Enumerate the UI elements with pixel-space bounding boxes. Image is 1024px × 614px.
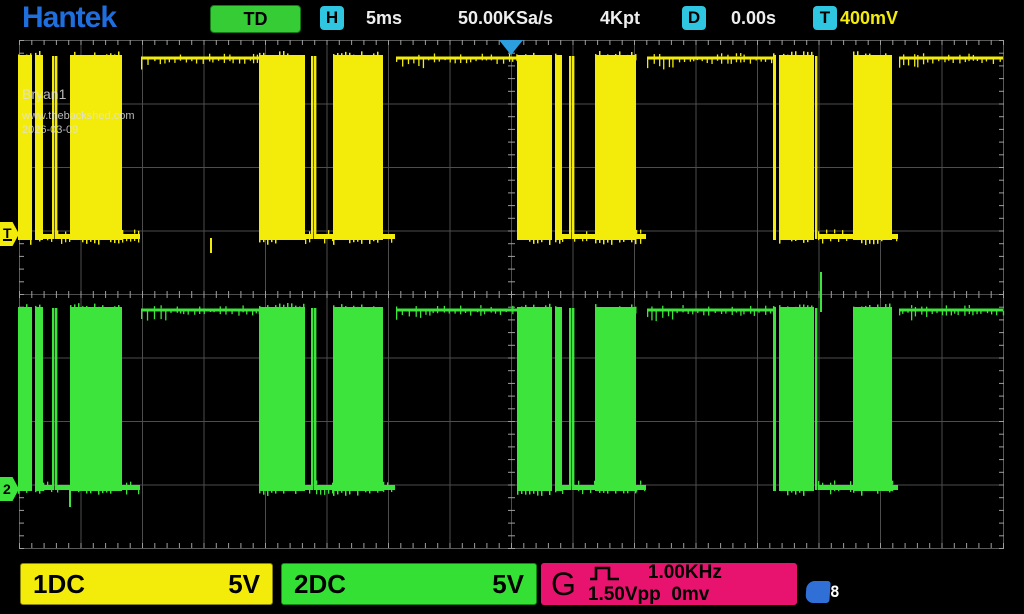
trigger-level-value: 400mV xyxy=(840,8,899,28)
ch1-number: 1 xyxy=(33,568,48,599)
annotation-date: 2026-03-09 xyxy=(22,124,79,136)
generator-label: G xyxy=(551,565,576,602)
ch1-coupling: DC xyxy=(47,568,86,599)
ch1-scale: 5V xyxy=(228,568,260,599)
trigger-position-marker[interactable] xyxy=(499,40,523,55)
ch2-number: 2 xyxy=(294,568,309,599)
horizontal-menu-icon[interactable]: H xyxy=(320,6,344,30)
footer-bar: 1 DC 5V 2 DC 5V G 1.00KHz 1.50Vpp 0mv 8 xyxy=(0,560,1024,614)
ch2-scale: 5V xyxy=(492,568,524,599)
annotation-username: Bryan1 xyxy=(22,86,67,102)
acquisition-mode-button[interactable]: TD xyxy=(210,5,301,33)
signal-generator-status-box[interactable]: G 1.00KHz 1.50Vpp 0mv xyxy=(541,562,797,605)
trigger-menu-icon[interactable]: T xyxy=(813,6,837,30)
oscilloscope-screen: Hantek TD H 5ms 50.00KSa/s 4Kpt D 0.00s … xyxy=(0,0,1024,614)
annotation-url: www.thebackshed.com xyxy=(22,110,135,122)
square-wave-icon xyxy=(589,566,619,581)
generator-frequency: 1.00KHz xyxy=(647,562,722,583)
ch2-status-box[interactable]: 2 DC 5V xyxy=(281,563,537,605)
user-annotation: Bryan1 www.thebackshed.com 2026-03-09 xyxy=(22,86,135,138)
hantek-logo: Hantek xyxy=(22,1,117,34)
status-b-glyph: 8 xyxy=(830,582,840,601)
memory-depth-value: 4Kpt xyxy=(600,8,640,28)
horizontal-offset-value: 0.00s xyxy=(731,8,777,28)
waveform-display xyxy=(18,40,1005,549)
ch1-status-box[interactable]: 1 DC 5V xyxy=(20,563,273,605)
delay-menu-icon[interactable]: D xyxy=(682,6,706,30)
generator-amplitude-offset: 1.50Vpp 0mv xyxy=(587,584,710,605)
sample-rate-value: 50.00KSa/s xyxy=(458,8,554,28)
timebase-value: 5ms xyxy=(366,8,403,28)
usb-status-icon xyxy=(805,581,831,603)
header-bar: Hantek TD H 5ms 50.00KSa/s 4Kpt D 0.00s … xyxy=(0,0,1024,37)
ch2-coupling: DC xyxy=(308,568,347,599)
